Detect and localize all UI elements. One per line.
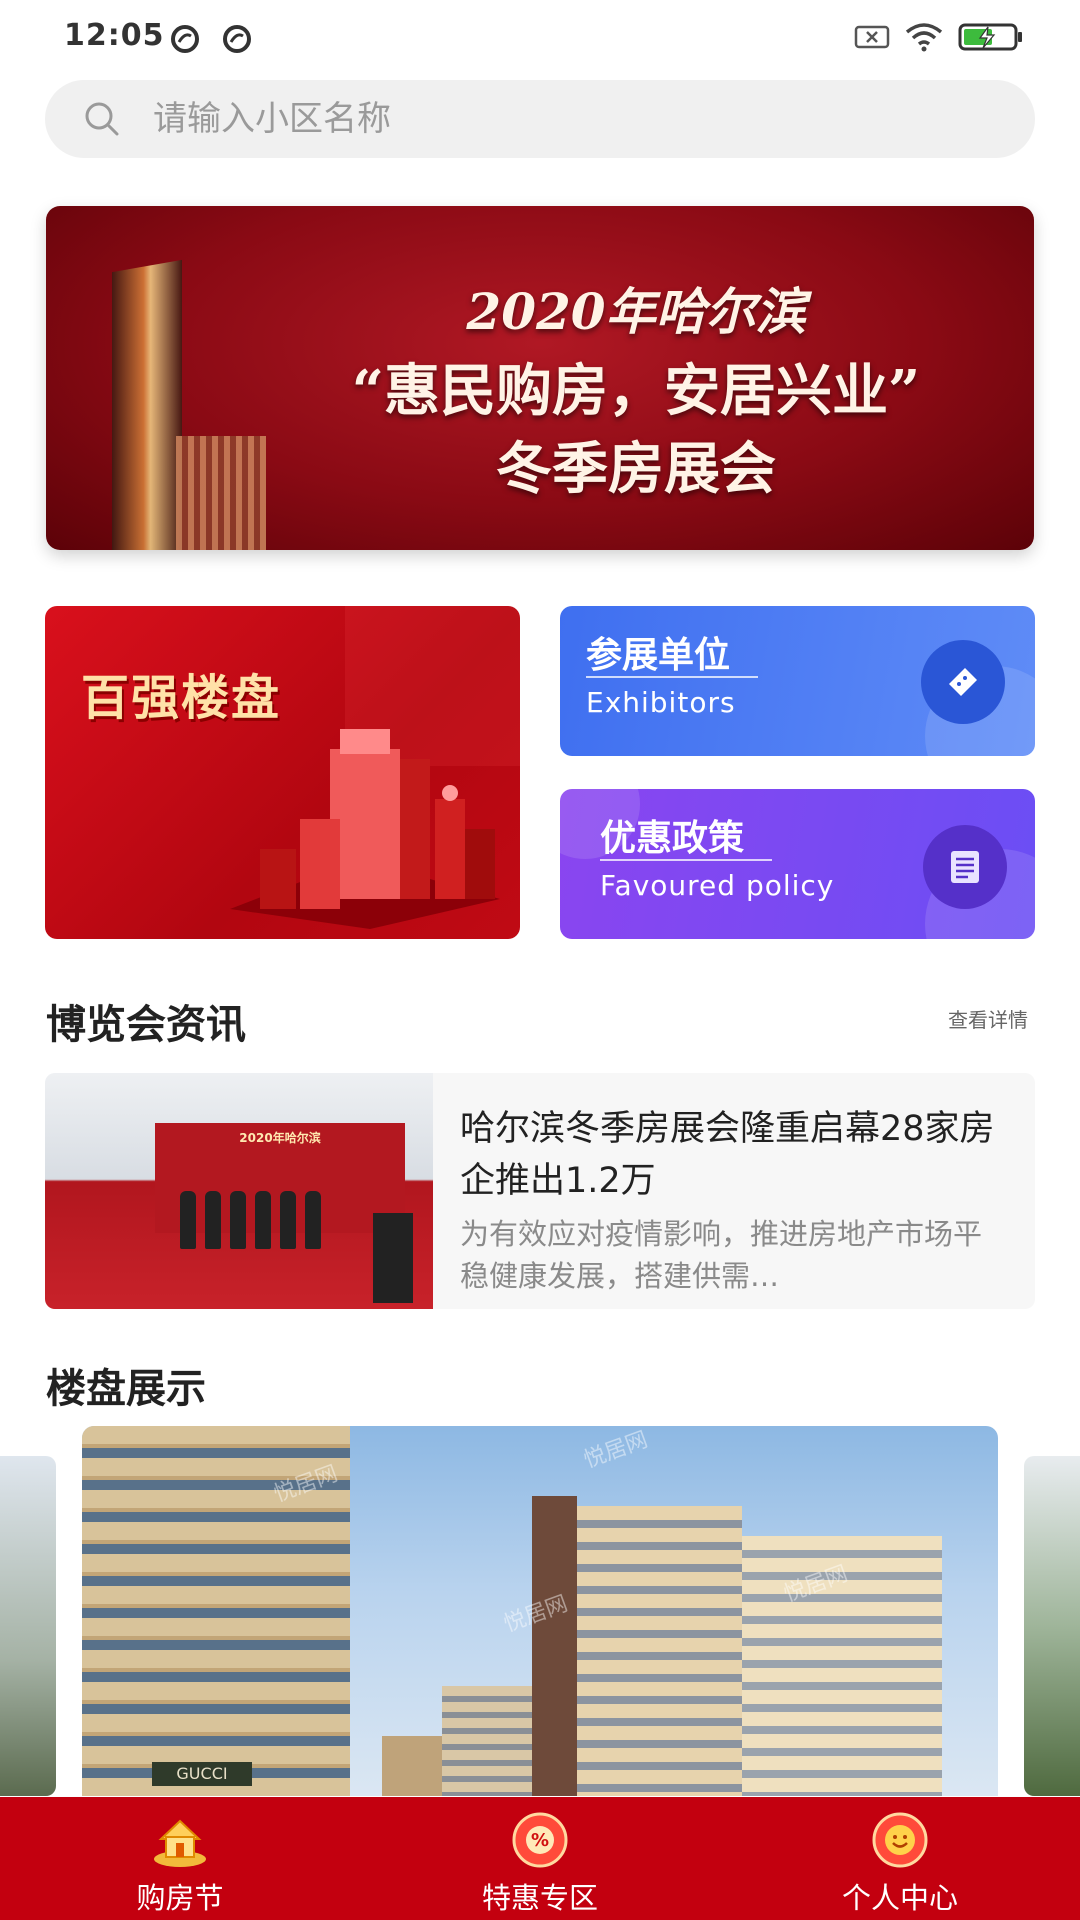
ticket-icon [921,640,1005,724]
property-carousel[interactable]: GUCCI 悦居网 悦居网 悦居网 悦居网 [0,1426,1080,1796]
nav-label-profile: 个人中心 [841,1881,958,1915]
carousel-current-slide[interactable]: GUCCI 悦居网 悦居网 悦居网 悦居网 [82,1426,998,1796]
bottom-nav: 购房节 % 特惠专区 个人中心 [0,1797,1080,1920]
banner-line-2: “惠民购房，安居兴业” [351,358,921,424]
news-headline: 哈尔滨冬季房展会隆重启幕28家房企推出1.2万 [460,1109,995,1201]
shop-sign: GUCCI [152,1762,252,1786]
exhibitors-card[interactable]: 参展单位 Exhibitors [560,606,1035,756]
exhibitors-subtitle: Exhibitors [586,686,736,719]
news-thumbnail: 2020年哈尔滨 [45,1073,433,1309]
nav-label-discount: 特惠专区 [481,1881,598,1915]
policy-subtitle: Favoured policy [600,869,835,902]
banner-tower-image [112,259,182,550]
sim-off-icon [854,25,890,49]
status-time: 12:05 [64,18,165,53]
document-icon [923,825,1007,909]
news-excerpt: 为有效应对疫情影响，推进房地产市场平稳健康发展，搭建供需… [460,1217,983,1293]
see-more-link[interactable]: 查看详情 [948,1004,1028,1033]
nav-item-home[interactable]: 购房节 [0,1797,360,1920]
favoured-policy-card[interactable]: 优惠政策 Favoured policy [560,789,1035,939]
nav-item-discount[interactable]: % 特惠专区 [360,1797,720,1920]
speaker-box [373,1213,413,1303]
policy-divider [600,859,772,861]
carousel-next-slide[interactable] [1024,1456,1080,1796]
notification-icon [171,25,199,53]
hero-banner[interactable]: 2020年哈尔滨 “惠民购房，安居兴业” 冬季房展会 [46,206,1034,550]
banner-line-1: 2020年哈尔滨 [466,282,806,341]
exhibitors-divider [586,676,758,678]
wifi-icon [905,23,943,52]
house-icon [154,1819,206,1867]
battery-charging-icon [958,23,1022,51]
smiley-icon [872,1812,928,1868]
news-thumb-caption: 2020年哈尔滨 [239,1131,321,1145]
search-bar[interactable] [45,80,1035,158]
banner-line-3: 冬季房展会 [496,436,776,502]
showcase-section-title: 楼盘展示 [46,1366,206,1412]
search-icon [85,102,119,136]
nav-label-home: 购房节 [136,1881,224,1915]
banner-building-image [176,436,266,550]
discount-icon: % [512,1812,568,1868]
news-section-title: 博览会资讯 [46,1002,246,1048]
status-bar: 12:05 [0,0,1080,76]
top100-projects-card[interactable]: 百强楼盘 [45,606,520,939]
svg-text:%: % [531,1830,549,1851]
nav-item-profile[interactable]: 个人中心 [720,1797,1080,1920]
search-input[interactable] [153,80,973,158]
city-buildings-icon [230,729,500,929]
carousel-prev-slide[interactable] [0,1456,56,1796]
exhibitors-title: 参展单位 [586,635,731,676]
policy-title: 优惠政策 [600,818,745,859]
notification-icon-2 [223,25,251,53]
news-item[interactable]: 2020年哈尔滨 哈尔滨冬季房展会隆重启幕28家房企推出1.2万 为有效应对疫情… [45,1073,1035,1309]
